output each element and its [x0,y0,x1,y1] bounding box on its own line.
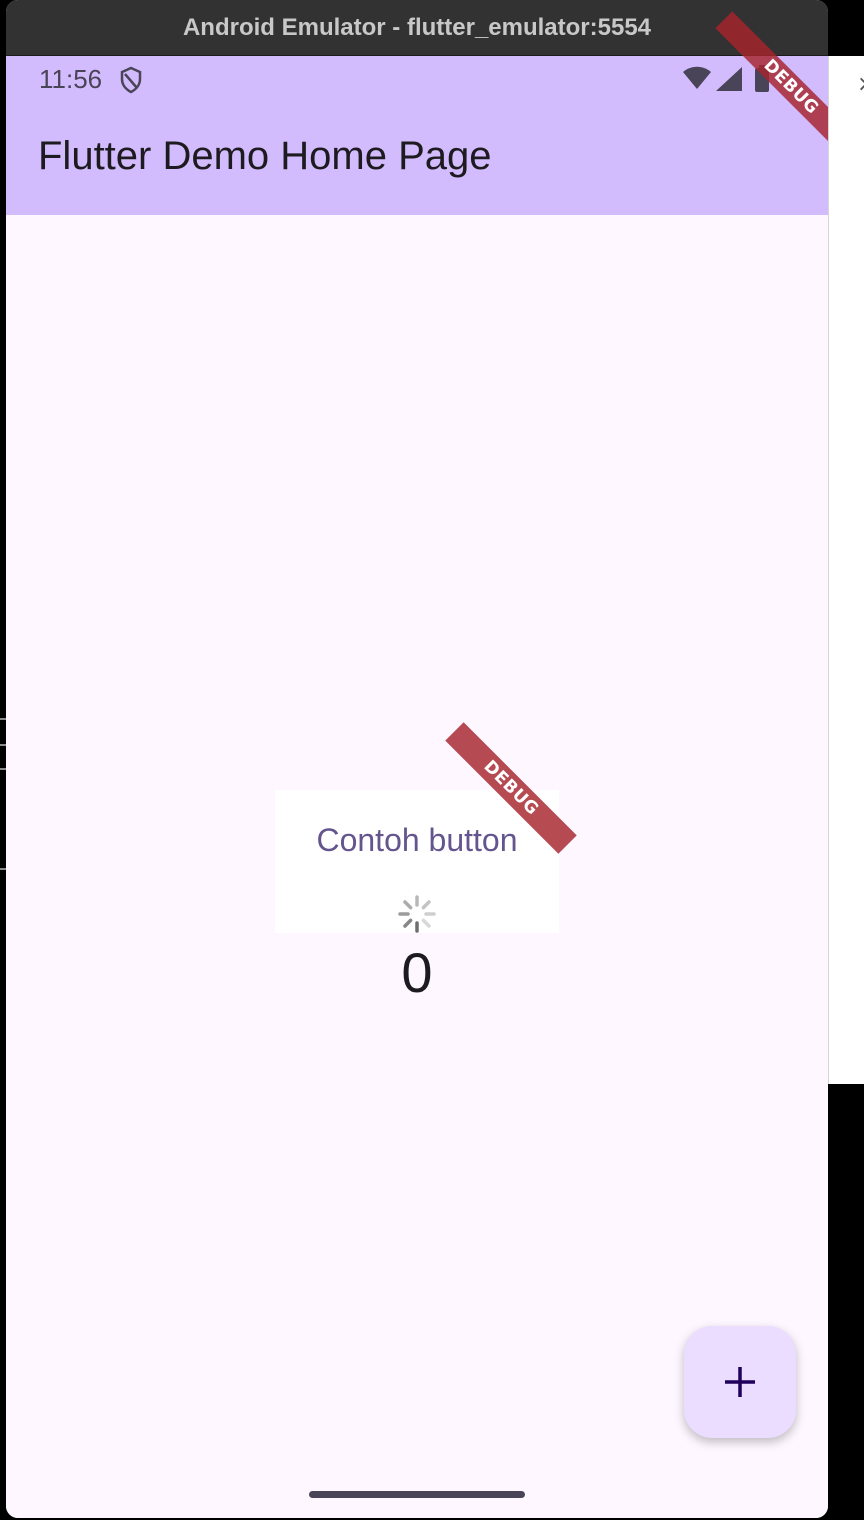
close-icon[interactable]: × [857,72,864,97]
emulator-window: Android Emulator - flutter_emulator:5554… [6,0,828,1518]
background-window: × [828,56,864,1084]
increment-fab[interactable] [684,1326,796,1438]
wifi-icon [683,66,711,89]
example-button-label[interactable]: Contoh button [275,822,559,859]
status-time: 11:56 [39,64,103,94]
page-title: Flutter Demo Home Page [38,134,492,178]
status-bar: 11:56 [6,56,828,104]
window-title: Android Emulator - flutter_emulator:5554 [182,13,652,41]
signal-icon [716,67,742,91]
home-indicator[interactable] [309,1491,525,1498]
spinner-icon [398,895,436,933]
app-bar: 11:56 Flutter Demo Home Page [6,56,828,215]
desktop: × Android Emulator - flutter_emulator:55… [0,0,864,1520]
counter-value: 0 [401,941,433,1004]
plus-icon [725,1367,755,1397]
page-body: Contoh button DEBUG 0 [6,215,828,1518]
window-titlebar[interactable]: Android Emulator - flutter_emulator:5554 [6,0,828,56]
shield-icon [120,66,142,94]
